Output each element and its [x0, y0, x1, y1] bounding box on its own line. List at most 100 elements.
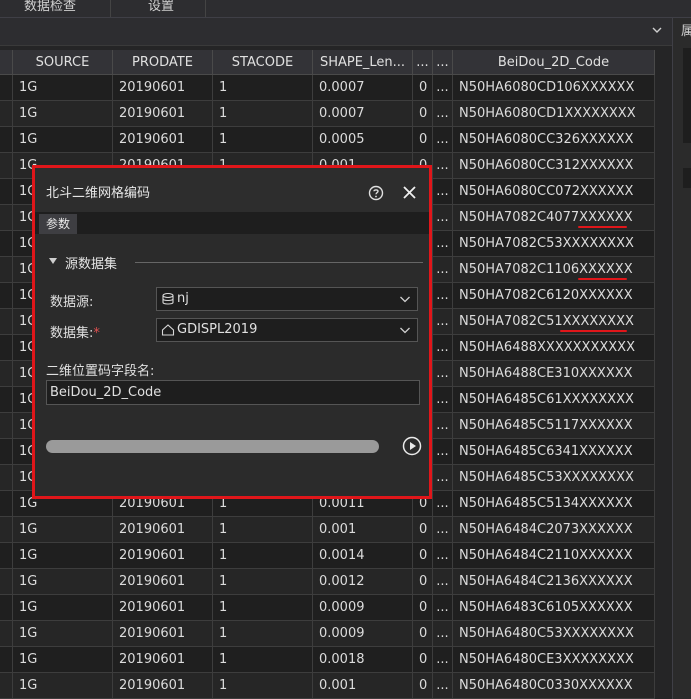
table-cell[interactable]: N50HA6484C2073XXXXXX [453, 517, 655, 543]
table-row[interactable]: 1G 20190601 1 0.0007 0... N50HA6080CD106XXXXX… [0, 75, 672, 101]
table-cell[interactable]: ... [433, 387, 453, 413]
table-cell[interactable]: ... [433, 413, 453, 439]
table-cell[interactable]: ... [433, 75, 453, 101]
table-cell[interactable]: 0.0012 [313, 569, 413, 595]
table-cell[interactable]: N50HA6080CC326XXXXXX [453, 127, 655, 153]
row-marker[interactable] [0, 595, 13, 621]
row-marker[interactable] [0, 647, 13, 673]
column-header[interactable]: BeiDou_2D_Code [453, 50, 655, 75]
table-cell[interactable]: N50HA7082C53XXXXXXXX [453, 231, 655, 257]
table-cell[interactable]: ... [433, 361, 453, 387]
table-cell[interactable]: ... [433, 673, 453, 699]
table-cell[interactable]: N50HA6080CD106XXXXXX [453, 75, 655, 101]
table-cell[interactable]: 1 [213, 621, 313, 647]
row-marker[interactable] [0, 127, 13, 153]
row-marker[interactable] [0, 75, 13, 101]
row-marker[interactable] [0, 439, 13, 465]
table-cell[interactable]: 0 [413, 517, 433, 543]
table-cell[interactable]: 0 [413, 75, 433, 101]
table-cell[interactable]: 1G [13, 127, 113, 153]
table-cell[interactable]: N50HA6488XXXXXXXXXXX [453, 335, 655, 361]
table-cell[interactable]: ... [433, 439, 453, 465]
chevron-down-icon[interactable] [650, 23, 664, 37]
table-cell[interactable]: 1G [13, 647, 113, 673]
table-cell[interactable]: 0.001 [313, 673, 413, 699]
row-marker[interactable] [0, 621, 13, 647]
table-cell[interactable]: 1 [213, 75, 313, 101]
table-cell[interactable]: ... [433, 647, 453, 673]
table-cell[interactable]: 0.0005 [313, 127, 413, 153]
table-cell[interactable]: ... [433, 491, 453, 517]
table-cell[interactable]: ... [433, 257, 453, 283]
table-row[interactable]: 1G 20190601 1 0.001 0... N50HA6484C2073XXXXXX [0, 517, 672, 543]
column-header[interactable]: ... [433, 50, 453, 75]
row-marker[interactable] [0, 413, 13, 439]
column-header[interactable]: PRODATE [113, 50, 213, 75]
table-cell[interactable]: ... [433, 283, 453, 309]
table-cell[interactable]: ... [433, 127, 453, 153]
row-marker[interactable] [0, 283, 13, 309]
table-cell[interactable]: 1 [213, 673, 313, 699]
table-cell[interactable]: N50HA6484C2110XXXXXX [453, 543, 655, 569]
table-cell[interactable]: 20190601 [113, 621, 213, 647]
table-cell[interactable]: N50HA6080CC312XXXXXX [453, 153, 655, 179]
table-cell[interactable]: N50HA6485C53XXXXXXXX [453, 465, 655, 491]
table-cell[interactable]: 0 [413, 595, 433, 621]
table-row[interactable]: 1G 20190601 1 0.0005 0... N50HA6080CC326XXXXX… [0, 127, 672, 153]
table-cell[interactable]: 0 [413, 621, 433, 647]
row-marker[interactable] [0, 387, 13, 413]
table-cell[interactable]: ... [433, 569, 453, 595]
table-cell[interactable]: N50HA6484C2136XXXXXX [453, 569, 655, 595]
table-cell[interactable]: 20190601 [113, 673, 213, 699]
table-cell[interactable]: 0.0007 [313, 101, 413, 127]
row-marker[interactable] [0, 361, 13, 387]
table-cell[interactable]: ... [433, 205, 453, 231]
table-row[interactable]: 1G 20190601 1 0.0009 0... N50HA6483C6105XXXXX… [0, 595, 672, 621]
collapse-triangle-icon[interactable] [49, 258, 57, 264]
table-cell[interactable]: 0 [413, 647, 433, 673]
table-cell[interactable]: 1G [13, 673, 113, 699]
table-cell[interactable]: 1G [13, 517, 113, 543]
row-marker[interactable] [0, 673, 13, 699]
section-source-dataset[interactable]: 源数据集 [65, 253, 117, 272]
dialog-title-bar[interactable]: 北斗二维网格编码 [35, 168, 429, 212]
table-cell[interactable]: 0 [413, 127, 433, 153]
table-cell[interactable]: 1G [13, 75, 113, 101]
row-marker[interactable] [0, 231, 13, 257]
table-row[interactable]: 1G 20190601 1 0.0009 0... N50HA6480C53XXXXXXX… [0, 621, 672, 647]
table-cell[interactable]: N50HA6485C61XXXXXXXX [453, 387, 655, 413]
row-marker[interactable] [0, 491, 13, 517]
table-cell[interactable]: ... [433, 595, 453, 621]
table-cell[interactable]: ... [433, 309, 453, 335]
table-cell[interactable]: 20190601 [113, 569, 213, 595]
table-cell[interactable]: ... [433, 621, 453, 647]
table-row[interactable]: 1G 20190601 1 0.0018 0... N50HA6480CE3XXXXXXX… [0, 647, 672, 673]
table-cell[interactable]: ... [433, 101, 453, 127]
table-cell[interactable]: 0 [413, 673, 433, 699]
row-marker[interactable] [0, 517, 13, 543]
help-icon[interactable] [368, 185, 384, 201]
tab-parameters[interactable]: 参数 [39, 214, 78, 234]
table-cell[interactable]: 20190601 [113, 101, 213, 127]
table-cell[interactable]: 20190601 [113, 75, 213, 101]
table-cell[interactable]: 1G [13, 621, 113, 647]
table-cell[interactable]: 1 [213, 127, 313, 153]
table-cell[interactable]: ... [433, 153, 453, 179]
row-marker[interactable] [0, 205, 13, 231]
table-cell[interactable]: N50HA6480C53XXXXXXXX [453, 621, 655, 647]
row-marker[interactable] [0, 569, 13, 595]
table-cell[interactable]: N50HA6483C6105XXXXXX [453, 595, 655, 621]
row-marker[interactable] [0, 257, 13, 283]
table-cell[interactable]: 0.0009 [313, 595, 413, 621]
row-marker[interactable] [0, 179, 13, 205]
table-cell[interactable]: 20190601 [113, 127, 213, 153]
table-cell[interactable]: 1 [213, 647, 313, 673]
table-cell[interactable]: ... [433, 231, 453, 257]
table-cell[interactable]: N50HA6080CD1XXXXXXXX [453, 101, 655, 127]
row-marker[interactable] [0, 309, 13, 335]
table-cell[interactable]: ... [433, 543, 453, 569]
table-row[interactable]: 1G 20190601 1 0.0014 0... N50HA6484C2110XXXXX… [0, 543, 672, 569]
close-icon[interactable] [401, 184, 418, 201]
table-cell[interactable]: 0 [413, 543, 433, 569]
menu-item-settings[interactable]: 设置 [148, 0, 174, 17]
